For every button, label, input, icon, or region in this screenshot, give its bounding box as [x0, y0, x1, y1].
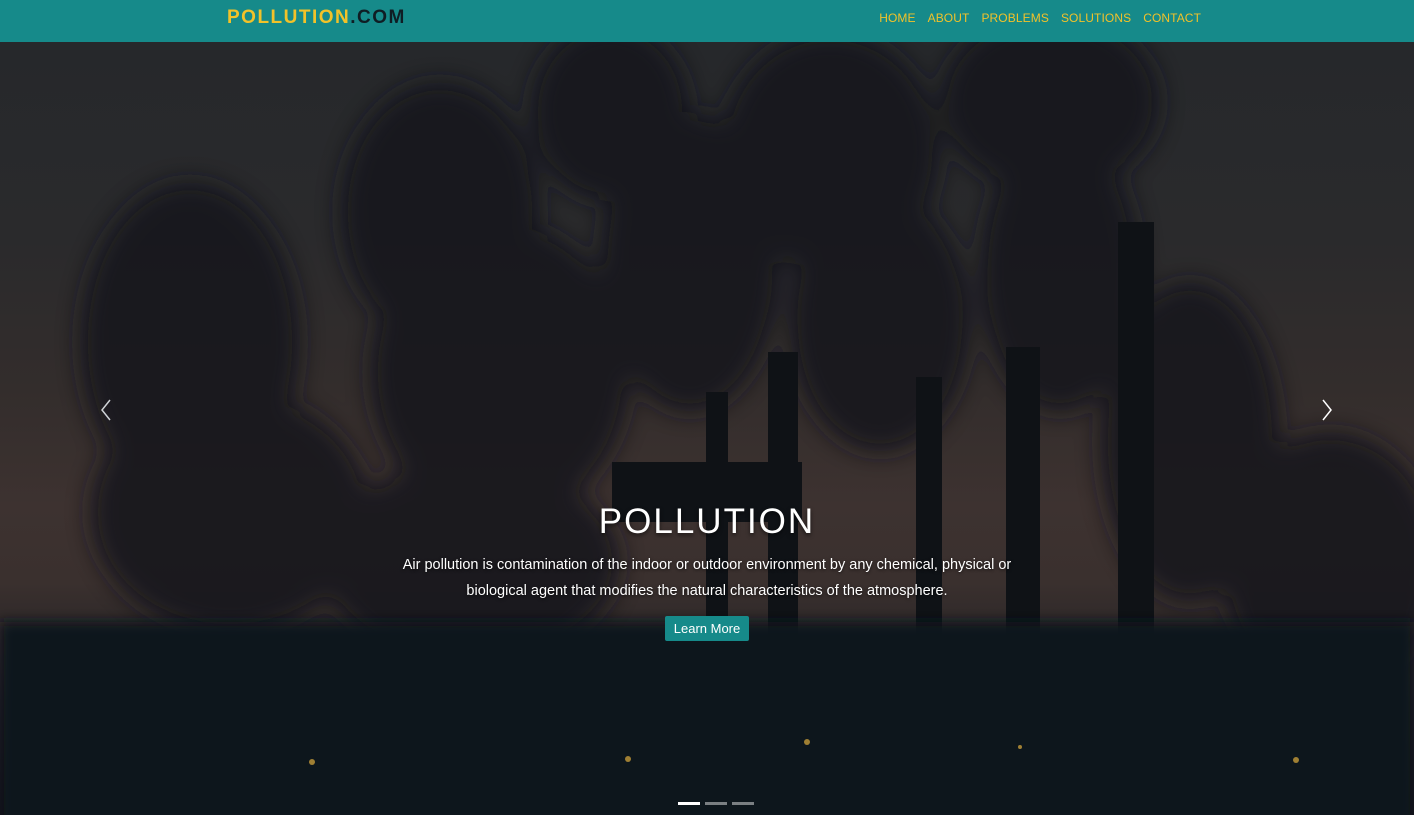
nav-link-problems[interactable]: PROBLEMS [981, 11, 1049, 25]
nav-link-contact[interactable]: CONTACT [1143, 11, 1201, 25]
hero-title: POLLUTION [598, 502, 816, 541]
chevron-left-icon [101, 399, 111, 421]
navbar: POLLUTION.COM HOME ABOUT PROBLEMS SOLUTI… [0, 0, 1414, 42]
carousel-indicator-1[interactable] [678, 802, 700, 805]
hero-carousel: POLLUTION Air pollution is contamination… [0, 42, 1414, 815]
brand-name: POLLUTION [227, 7, 351, 28]
chevron-right-icon [1322, 399, 1332, 421]
nav-link-home[interactable]: HOME [879, 11, 915, 25]
brand-logo[interactable]: POLLUTION.COM [227, 7, 406, 29]
brand-suffix: .COM [350, 7, 406, 28]
hero-description: Air pollution is contamination of the in… [402, 557, 1012, 599]
carousel-indicator-2[interactable] [705, 802, 727, 805]
carousel-prev-button[interactable] [95, 397, 119, 423]
learn-more-button[interactable]: Learn More [664, 616, 750, 641]
carousel-indicators [678, 802, 754, 805]
hero-background-image [0, 42, 1414, 815]
carousel-indicator-3[interactable] [732, 802, 754, 805]
carousel-caption: POLLUTION Air pollution is contamination… [0, 502, 1414, 641]
nav-links: HOME ABOUT PROBLEMS SOLUTIONS CONTACT [879, 11, 1201, 25]
carousel-next-button[interactable] [1315, 397, 1339, 423]
nav-link-solutions[interactable]: SOLUTIONS [1061, 11, 1131, 25]
nav-link-about[interactable]: ABOUT [928, 11, 970, 25]
